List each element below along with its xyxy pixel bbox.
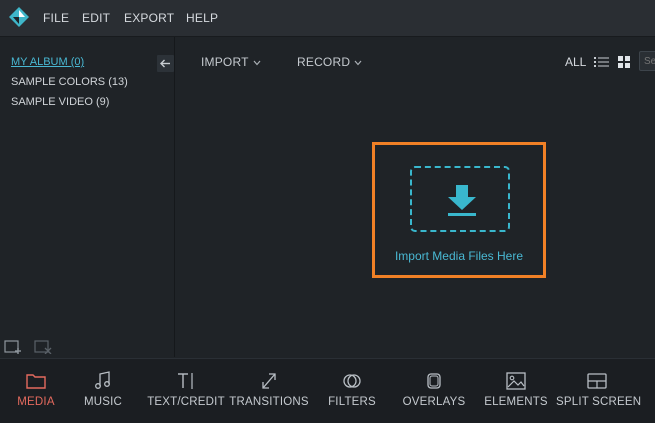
tab-transitions[interactable]: TRANSITIONS [228, 359, 310, 423]
collapse-sidebar-button[interactable] [157, 55, 174, 72]
chevron-down-icon [253, 60, 261, 66]
tab-split-screen[interactable]: SPLIT SCREEN [556, 359, 642, 423]
tab-text-credit[interactable]: TEXT/CREDIT [146, 359, 226, 423]
tab-elements[interactable]: ELEMENTS [482, 359, 550, 423]
tab-overlays[interactable]: OVERLAYS [400, 359, 468, 423]
menu-bar: FILE EDIT EXPORT HELP [0, 0, 655, 37]
tab-label: FILTERS [328, 396, 376, 408]
import-media-label: Import Media Files Here [394, 249, 524, 263]
search-input[interactable] [639, 51, 655, 71]
record-dropdown[interactable]: RECORD [297, 55, 362, 69]
tab-label: OVERLAYS [402, 396, 466, 408]
image-icon [506, 372, 526, 390]
delete-folder-icon[interactable] [34, 338, 52, 354]
tab-label: TEXT/CREDIT [147, 396, 225, 408]
tab-label: SPLIT SCREEN [556, 396, 642, 408]
category-tab-bar: MEDIA MUSIC TEXT/CREDIT TRANSITIONS FILT… [0, 358, 655, 423]
tab-label: MEDIA [17, 396, 55, 408]
tab-label: TRANSITIONS [229, 396, 309, 408]
filters-icon [343, 374, 361, 388]
album-item-my-album[interactable]: MY ALBUM (0) [11, 56, 84, 68]
menu-file[interactable]: FILE [43, 11, 69, 25]
tab-filters[interactable]: FILTERS [322, 359, 382, 423]
music-note-icon [95, 371, 110, 389]
album-sidebar: MY ALBUM (0) SAMPLE COLORS (13) SAMPLE V… [0, 37, 175, 357]
menu-edit[interactable]: EDIT [82, 11, 110, 25]
import-label: IMPORT [201, 55, 249, 69]
split-screen-icon [587, 373, 607, 389]
album-item-sample-colors[interactable]: SAMPLE COLORS (13) [11, 76, 128, 88]
tab-label: MUSIC [83, 396, 123, 408]
app-logo-icon [9, 7, 29, 27]
arrow-left-icon [160, 59, 170, 68]
list-view-icon[interactable] [594, 55, 609, 69]
text-icon [178, 373, 193, 389]
record-label: RECORD [297, 55, 351, 69]
folder-icon [26, 374, 46, 389]
filter-all-button[interactable]: ALL [565, 55, 586, 69]
menu-export[interactable]: EXPORT [124, 11, 174, 25]
tab-music[interactable]: MUSIC [72, 359, 134, 423]
transitions-icon [262, 373, 276, 389]
dropzone-dashed-frame [410, 166, 510, 232]
import-media-dropzone[interactable]: Import Media Files Here [372, 142, 546, 278]
menu-help[interactable]: HELP [186, 11, 218, 25]
import-dropdown[interactable]: IMPORT [201, 55, 261, 69]
album-item-sample-video[interactable]: SAMPLE VIDEO (9) [11, 96, 109, 108]
add-folder-icon[interactable] [4, 338, 22, 354]
tab-label: ELEMENTS [484, 396, 548, 408]
tab-media[interactable]: MEDIA [4, 359, 68, 423]
download-arrow-icon [448, 185, 476, 216]
chevron-down-icon [354, 60, 362, 66]
grid-view-icon[interactable] [617, 55, 631, 69]
overlays-icon [427, 373, 441, 389]
